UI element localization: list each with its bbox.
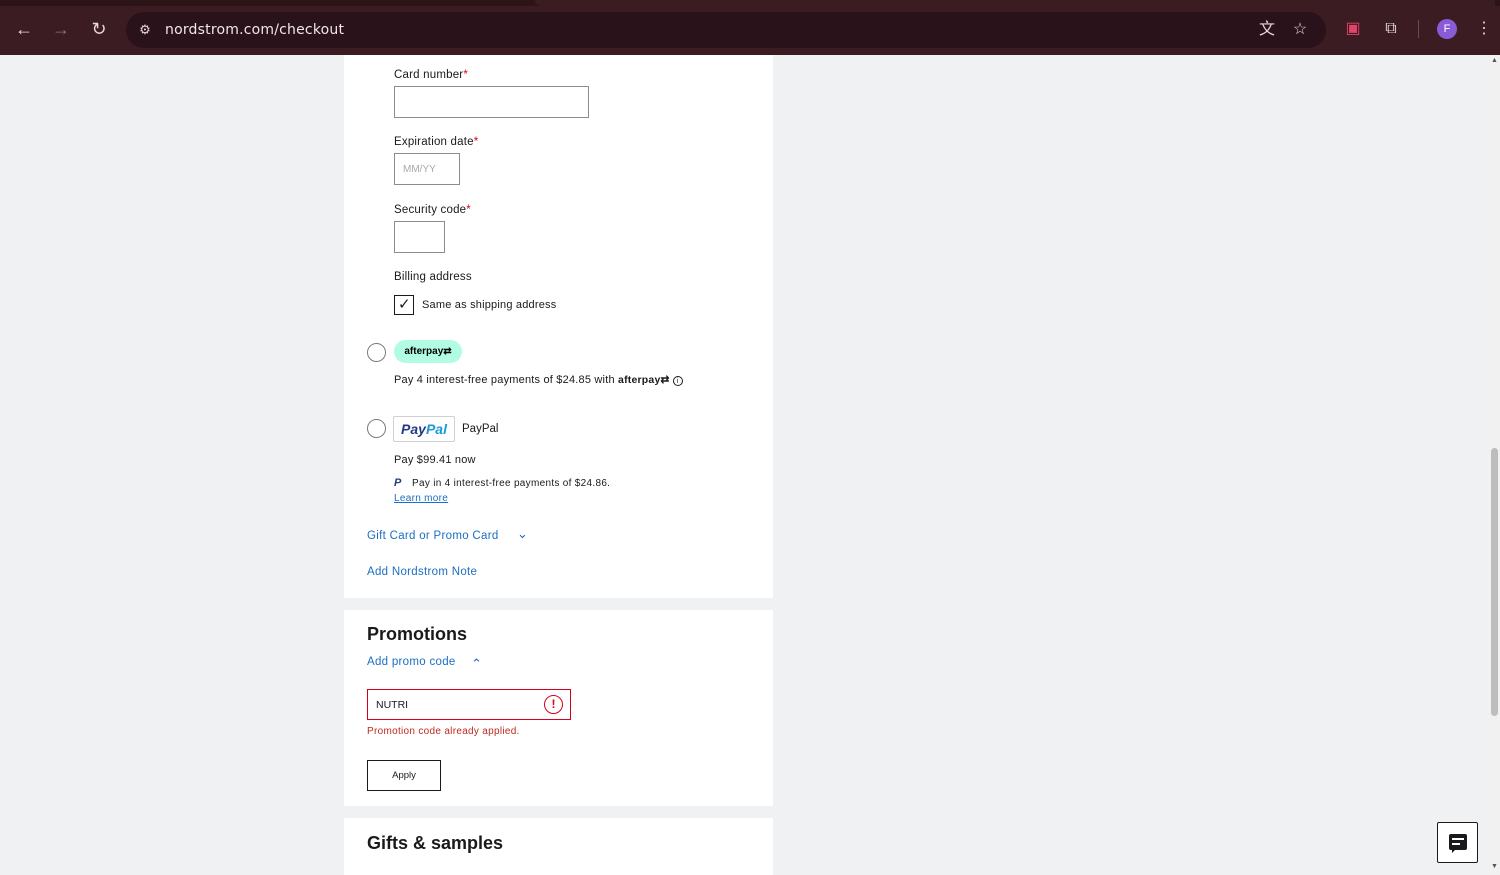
security-code-input[interactable] (394, 221, 445, 253)
error-alert-icon: ! (544, 695, 563, 714)
learn-more-link[interactable]: Learn more (394, 493, 448, 504)
page-scrollbar[interactable]: ▲ ▼ (1489, 55, 1500, 875)
back-icon[interactable]: ← (12, 17, 36, 41)
forward-icon[interactable]: → (49, 17, 73, 41)
paypal-logo: PayPal (393, 416, 455, 442)
afterpay-radio[interactable] (367, 343, 386, 362)
scroll-thumb[interactable] (1491, 448, 1498, 716)
site-info-icon[interactable]: ⚙ (136, 21, 154, 39)
add-promo-code-link[interactable]: Add promo code (367, 656, 456, 668)
browser-menu-icon[interactable]: ⋮ (1474, 19, 1494, 39)
promo-code-value: NUTRI (376, 699, 409, 711)
afterpay-brand: afterpay⇄ (618, 374, 670, 386)
card-number-input[interactable] (394, 86, 589, 118)
scroll-down-icon[interactable]: ▼ (1490, 863, 1499, 870)
translate-icon[interactable]: 文 (1257, 20, 1277, 40)
apply-button[interactable]: Apply (367, 760, 441, 791)
security-code-label: Security code* (394, 204, 471, 216)
extension-icon[interactable]: ▣ (1343, 19, 1363, 39)
address-bar[interactable]: ⚙ nordstrom.com/checkout 文 ☆ (126, 12, 1326, 48)
bookmark-star-icon[interactable]: ☆ (1290, 20, 1310, 40)
paypal-pay-in-4: Pay in 4 interest-free payments of $24.8… (412, 478, 611, 489)
browser-toolbar: ← → ↻ ⚙ nordstrom.com/checkout 文 ☆ ▣ ⧉ F… (0, 0, 1500, 55)
promotions-section: Promotions Add promo code ⌃ NUTRI ! Prom… (344, 610, 773, 806)
toolbar-divider (1418, 20, 1419, 38)
extensions-puzzle-icon[interactable]: ⧉ (1381, 19, 1401, 39)
expiration-placeholder: MM/YY (403, 164, 436, 175)
same-as-shipping-checkbox[interactable]: ✓ (394, 295, 414, 315)
paypal-mini-icon: P (394, 477, 402, 489)
checkmark-icon: ✓ (398, 296, 411, 313)
chat-button[interactable] (1437, 822, 1478, 863)
paypal-radio[interactable] (367, 419, 386, 438)
expiration-input[interactable]: MM/YY (394, 153, 460, 185)
paypal-pay-now: Pay $99.41 now (394, 454, 476, 466)
billing-address-label: Billing address (394, 271, 472, 283)
afterpay-description: Pay 4 interest-free payments of $24.85 w… (394, 374, 683, 386)
chevron-down-icon[interactable]: ⌄ (517, 526, 528, 542)
url-text[interactable]: nordstrom.com/checkout (165, 22, 344, 38)
info-icon[interactable]: i (672, 376, 683, 386)
add-nordstrom-note-link[interactable]: Add Nordstrom Note (367, 566, 477, 578)
promotions-title: Promotions (367, 624, 468, 644)
scroll-up-icon[interactable]: ▲ (1490, 57, 1499, 64)
reload-icon[interactable]: ↻ (87, 17, 111, 41)
promo-code-input[interactable]: NUTRI ! (367, 689, 571, 720)
expiration-label: Expiration date* (394, 136, 479, 148)
active-tab[interactable] (535, 0, 1495, 6)
gifts-samples-title: Gifts & samples (367, 833, 504, 853)
chevron-up-icon[interactable]: ⌃ (471, 656, 482, 672)
paypal-label: PayPal (462, 423, 499, 435)
gift-card-link[interactable]: Gift Card or Promo Card (367, 530, 499, 542)
payment-section: Card number* Expiration date* MM/YY Secu… (344, 55, 773, 598)
card-number-label: Card number* (394, 69, 469, 81)
afterpay-logo: afterpay⇄ (394, 340, 462, 363)
gifts-samples-section: Gifts & samples (344, 818, 773, 875)
profile-avatar[interactable]: F (1437, 19, 1457, 39)
promo-error-message: Promotion code already applied. (367, 726, 520, 737)
same-as-shipping-label[interactable]: Same as shipping address (422, 299, 556, 311)
chat-icon (1449, 834, 1467, 853)
